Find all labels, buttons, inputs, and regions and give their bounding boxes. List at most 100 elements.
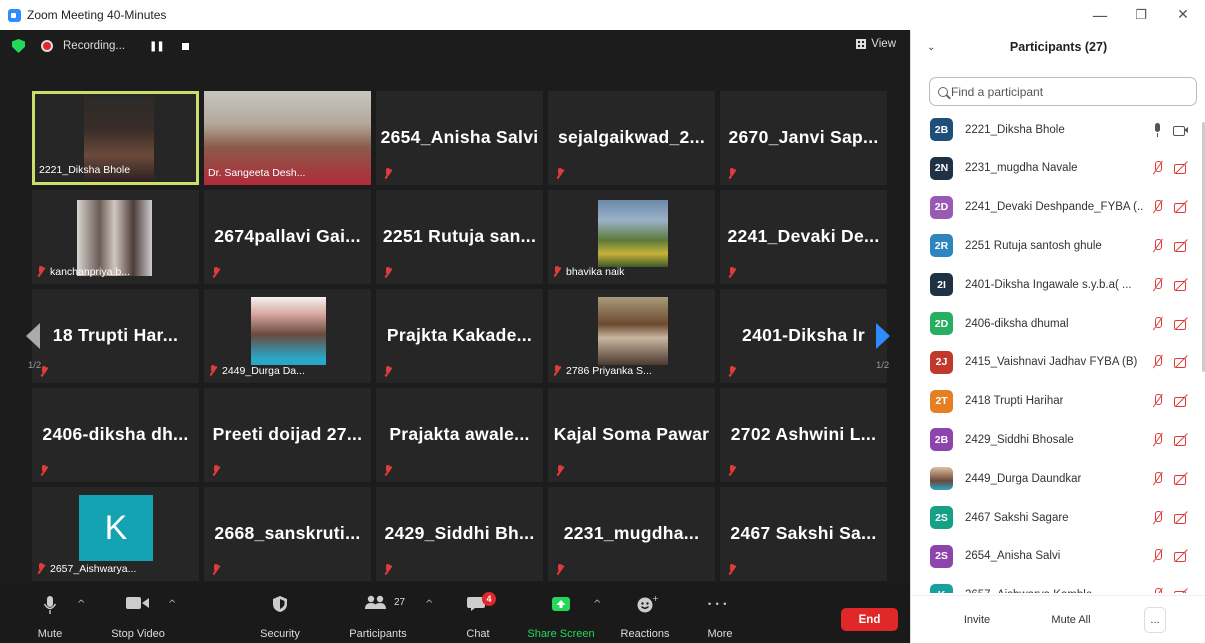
security-button[interactable]: Security [255,583,305,643]
muted-microphone-icon[interactable] [1151,432,1165,447]
participant-video-tile[interactable]: 2702 Ashwini L... [720,388,887,482]
video-off-icon[interactable] [1173,394,1189,408]
participant-list-item[interactable]: 2449_Durga Daundkar [911,459,1205,498]
participant-video-tile[interactable]: 2668_sanskruti... [204,487,371,581]
muted-microphone-icon[interactable] [1151,200,1165,214]
audio-options-caret[interactable]: ^ [77,599,85,610]
participant-video-tile[interactable]: Dr. Sangeeta Desh... [204,91,371,185]
participant-list-item[interactable]: 2D 2406-diksha dhumal [911,304,1205,343]
participant-name-text: kanchanpriya b... [50,266,130,278]
mute-button[interactable]: Mute [32,583,68,643]
participant-video-tile[interactable]: 2429_Siddhi Bh... [376,487,543,581]
video-off-icon[interactable] [1173,511,1189,525]
participant-video-tile[interactable]: 2654_Anisha Salvi [376,91,543,185]
video-options-caret[interactable]: ^ [168,599,176,610]
chat-button[interactable]: 4 Chat [458,583,498,643]
muted-microphone-icon[interactable] [1151,588,1165,593]
video-off-icon[interactable] [1173,317,1189,331]
participant-list-item[interactable]: 2B 2221_Diksha Bhole [911,110,1205,149]
share-screen-button[interactable]: Share Screen [524,583,598,643]
participant-list-item[interactable]: 2R 2251 Rutuja santosh ghule [911,226,1205,265]
participant-list-item[interactable]: 2B 2429_Siddhi Bhosale [911,420,1205,459]
muted-microphone-icon[interactable] [1151,161,1165,175]
participant-video-tile[interactable]: 2221_Diksha Bhole [32,91,199,185]
invite-button[interactable]: Invite [957,607,997,633]
video-off-icon[interactable] [1173,239,1189,253]
participants-button[interactable]: 27 Participants [343,583,413,643]
participant-video-tile[interactable]: 2241_Devaki De... [720,190,887,284]
participant-name-large: sejalgaikwad_2... [557,127,706,147]
muted-microphone-icon[interactable] [1151,549,1165,563]
muted-microphone-icon[interactable] [1151,510,1165,525]
participant-list-item[interactable]: 2J 2415_Vaishnavi Jadhav FYBA (B) [911,343,1205,382]
participant-video-tile[interactable]: 2670_Janvi Sap... [720,91,887,185]
share-options-caret[interactable]: ^ [593,599,601,610]
muted-microphone-icon[interactable] [1151,277,1165,292]
stop-recording-button[interactable] [181,42,189,50]
muted-microphone-icon[interactable] [1151,471,1165,486]
participant-video-tile[interactable]: 2467 Sakshi Sa... [720,487,887,581]
participant-video-tile[interactable]: 18 Trupti Har... [32,289,199,383]
participant-video-tile[interactable]: K 2657_Aishwarya... [32,487,199,581]
video-off-icon[interactable] [1173,472,1189,486]
more-button[interactable]: • • • More [700,583,740,643]
participant-name-text: 2657_Aishwarya... [50,563,137,575]
muted-microphone-icon[interactable] [1151,316,1165,331]
participant-video-tile[interactable]: Preeti doijad 27... [204,388,371,482]
video-off-icon[interactable] [1173,161,1189,175]
participant-video-tile[interactable]: 2406-diksha dh... [32,388,199,482]
participant-video-tile[interactable]: Kajal Soma Pawar [548,388,715,482]
video-off-icon[interactable] [1173,200,1189,214]
pause-recording-button[interactable]: ❚❚ [149,41,165,52]
security-shield-icon [273,596,287,612]
video-off-icon[interactable] [1173,433,1189,447]
participant-video-tile[interactable]: 2449_Durga Da... [204,289,371,383]
video-off-icon[interactable] [1173,355,1189,369]
muted-microphone-icon[interactable] [1151,238,1165,253]
next-page-arrow-icon[interactable] [876,323,890,349]
stop-video-button[interactable]: Stop Video [105,583,171,643]
participant-search-input[interactable]: Find a participant [929,77,1197,106]
minimize-button[interactable]: — [1077,0,1123,30]
video-camera-icon[interactable] [1173,123,1189,137]
participant-video-tile[interactable]: sejalgaikwad_2... [548,91,715,185]
microphone-icon[interactable] [1151,122,1165,137]
participant-list-item[interactable]: 2S 2467 Sakshi Sagare [911,498,1205,537]
participant-video-tile[interactable]: Prajakta awale... [376,388,543,482]
participants-options-caret[interactable]: ^ [425,599,433,610]
participant-video-tile[interactable]: bhavika naik [548,190,715,284]
page-indicator-right: 1/2 [876,360,890,371]
participant-video-tile[interactable]: 2674pallavi Gai... [204,190,371,284]
participant-list-item[interactable]: K 2657_Aishwarya Kamble [911,576,1205,593]
restore-icon: ❐ [1135,7,1147,23]
participant-video-tile[interactable]: kanchanpriya b... [32,190,199,284]
participant-name: 2251 Rutuja santosh ghule [965,239,1102,252]
video-off-icon[interactable] [1173,549,1189,563]
participant-name-label: 2449_Durga Da... [208,365,305,377]
encryption-shield-icon[interactable] [12,39,25,53]
end-meeting-button[interactable]: End [841,608,898,631]
muted-microphone-icon[interactable] [1151,394,1165,408]
view-label: View [871,38,896,50]
video-off-icon[interactable] [1173,588,1189,593]
more-options-button[interactable]: ... [1144,607,1166,633]
muted-microphone-icon[interactable] [1151,355,1165,369]
participant-list-item[interactable]: 2D 2241_Devaki Deshpande_FYBA (... [911,188,1205,227]
close-button[interactable]: ✕ [1160,0,1205,30]
participants-count: 27 [394,597,406,608]
video-off-icon[interactable] [1173,278,1189,292]
view-button[interactable]: View [856,38,896,50]
participant-video-tile[interactable]: 2231_mugdha... [548,487,715,581]
previous-page-arrow-icon[interactable] [26,323,40,349]
participant-list-item[interactable]: 2S 2654_Anisha Salvi [911,537,1205,576]
participant-list-item[interactable]: 2T 2418 Trupti Harihar [911,382,1205,421]
mute-all-button[interactable]: Mute All [1041,607,1101,633]
reactions-button[interactable]: + Reactions [614,583,676,643]
participant-list-item[interactable]: 2I 2401-Diksha Ingawale s.y.b.a( ... [911,265,1205,304]
participant-video-tile[interactable]: 2251 Rutuja san... [376,190,543,284]
restore-button[interactable]: ❐ [1118,0,1164,30]
participant-list-item[interactable]: 2N 2231_mugdha Navale [911,149,1205,188]
participant-video-tile[interactable]: Prajkta Kakade... [376,289,543,383]
participant-video-tile[interactable]: 2401-Diksha Ir [720,289,887,383]
participant-video-tile[interactable]: 2786 Priyanka S... [548,289,715,383]
